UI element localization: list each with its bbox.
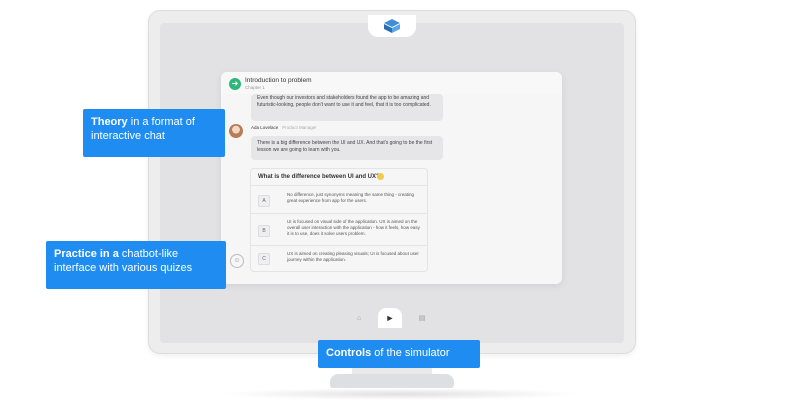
thinking-emoji-icon [377, 173, 384, 180]
avatar [229, 124, 243, 138]
home-icon[interactable]: ⌂ [353, 313, 365, 325]
callout-text: of the simulator [371, 347, 450, 359]
callout-bold: Controls [326, 347, 372, 359]
theory-callout: Theory in a format of interactive chat [83, 109, 225, 157]
stand-foot [330, 374, 454, 388]
author-name: Ada Lovelace [251, 125, 279, 130]
quiz-question: What is the difference between UI and UX… [258, 174, 380, 180]
option-letter: A [258, 195, 270, 207]
play-icon[interactable]: ► [378, 308, 402, 328]
smiley-icon[interactable]: ☺ [230, 254, 244, 268]
chat-window: ➜ Introduction to problem Chapter 1 Even… [221, 72, 562, 284]
logo-icon [384, 19, 400, 33]
message-author: Ada Lovelace Product Manager [251, 125, 317, 130]
option-text: UI is focused on visual side of the appl… [287, 219, 420, 236]
quiz-option-c[interactable]: C UX is aimed on creating pleasing visua… [251, 245, 427, 271]
option-text: UX is aimed on creating pleasing visuals… [287, 251, 419, 262]
chat-message: Even though our investors and stakeholde… [251, 94, 443, 121]
chapter-title: Introduction to problem [245, 77, 312, 84]
callout-bold: Practice in a [54, 248, 119, 260]
chapter-arrow-icon[interactable]: ➜ [229, 78, 241, 90]
quiz-option-a[interactable]: A No difference, just synonyms meaning t… [251, 185, 427, 214]
simulator-controls: ⌂ ► ▤ [344, 308, 436, 330]
chapter-subtitle: Chapter 1 [245, 85, 265, 90]
chat-header: ➜ Introduction to problem Chapter 1 [221, 72, 562, 94]
controls-callout: Controls of the simulator [318, 340, 480, 368]
quiz-option-b[interactable]: B UI is focused on visual side of the ap… [251, 213, 427, 246]
option-letter: C [258, 253, 270, 265]
option-letter: B [258, 225, 270, 237]
book-icon[interactable]: ▤ [416, 313, 428, 325]
author-role: Product Manager [282, 125, 317, 130]
chat-message: There is a big difference between the UI… [251, 136, 443, 160]
callout-bold: Theory [91, 116, 128, 128]
option-text: No difference, just synonyms meaning the… [287, 192, 414, 203]
practice-callout: Practice in a chatbot-like interface wit… [46, 241, 226, 289]
quiz-card: What is the difference between UI and UX… [250, 168, 428, 272]
